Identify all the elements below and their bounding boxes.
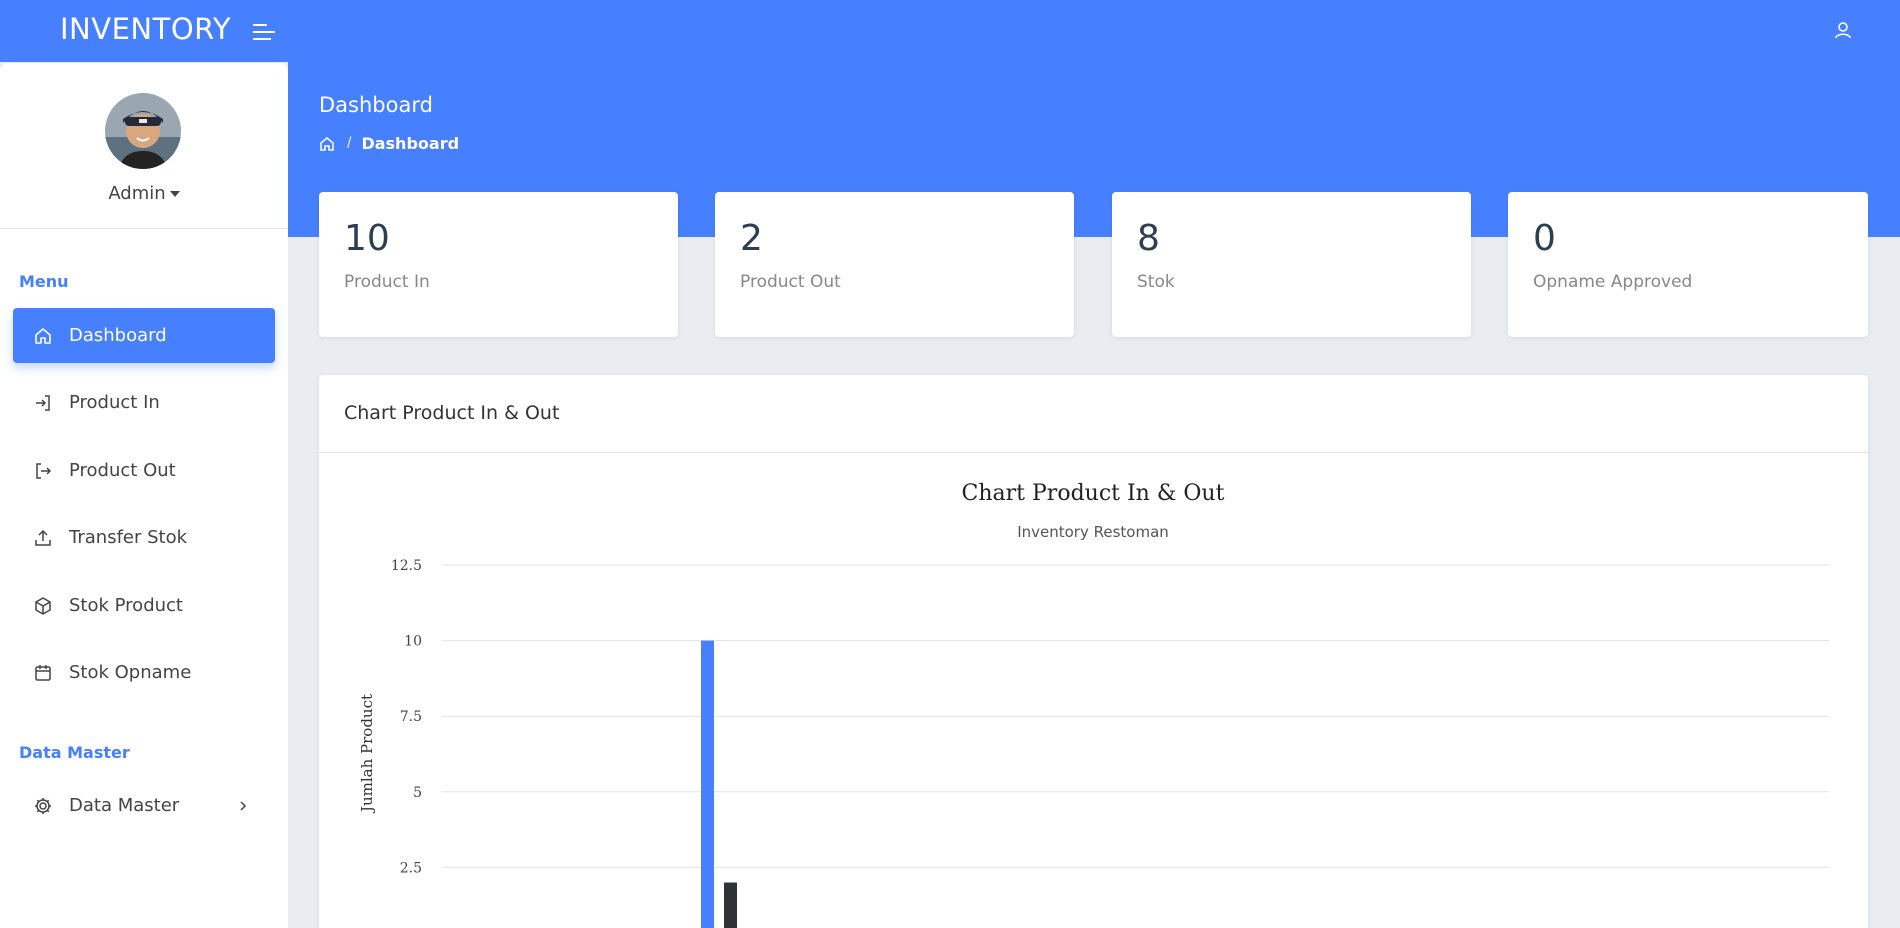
stat-card-product-in[interactable]: 10 Product In [319, 192, 678, 337]
bar-chart: Chart Product In & Out Inventory Restoma… [358, 481, 1829, 928]
brand-logo[interactable]: INVENTORY [60, 12, 231, 46]
page-title: Dashboard [319, 93, 433, 117]
sidebar-item-product-out[interactable]: Product Out [13, 443, 275, 498]
sidebar-item-stok-product[interactable]: Stok Product [13, 578, 275, 633]
sidebar-item-label: Data Master [69, 795, 180, 816]
y-tick-label: 5 [413, 785, 422, 801]
stat-value: 8 [1137, 218, 1160, 259]
user-icon[interactable] [1834, 20, 1852, 40]
menu-section-label: Menu [19, 272, 69, 291]
chart-title: Chart Product In & Out [962, 481, 1225, 506]
data-master-section-label: Data Master [19, 743, 130, 762]
y-tick-label: 7.5 [400, 709, 422, 725]
stat-label: Product Out [740, 272, 841, 292]
logout-icon [36, 462, 52, 479]
sidebar-item-label: Dashboard [69, 325, 167, 346]
stat-label: Opname Approved [1533, 272, 1693, 292]
breadcrumb: / Dashboard [319, 134, 459, 153]
chart-subtitle: Inventory Restoman [1017, 523, 1169, 541]
sidebar-item-label: Product In [69, 392, 160, 413]
gear-icon [35, 797, 51, 814]
avatar[interactable] [105, 93, 181, 169]
stat-value: 0 [1533, 218, 1556, 259]
stat-value: 10 [344, 218, 390, 259]
sidebar: Admin Menu Dashboard Product In Product … [0, 63, 288, 928]
home-icon [35, 327, 51, 344]
avatar-image [105, 93, 181, 169]
y-tick-label: 10 [404, 634, 422, 650]
y-tick-label: 12.5 [391, 558, 422, 574]
calendar-icon [35, 664, 51, 681]
bar-series-1[interactable] [701, 640, 714, 928]
user-name: Admin [108, 183, 166, 204]
stat-label: Stok [1137, 272, 1175, 292]
caret-down-icon [169, 191, 180, 197]
bar-series-2[interactable] [724, 882, 737, 928]
stat-card-stok[interactable]: 8 Stok [1112, 192, 1471, 337]
breadcrumb-current: Dashboard [361, 134, 460, 153]
stat-label: Product In [344, 272, 430, 292]
y-axis-label: Jumlah Product [358, 694, 376, 814]
sidebar-item-label: Transfer Stok [69, 527, 188, 548]
sidebar-item-label: Product Out [69, 460, 176, 481]
stat-card-opname-approved[interactable]: 0 Opname Approved [1508, 192, 1868, 337]
sidebar-item-product-in[interactable]: Product In [13, 375, 275, 430]
stat-value: 2 [740, 218, 763, 259]
y-tick-label: 2.5 [400, 860, 422, 876]
sidebar-item-dashboard[interactable]: Dashboard [13, 308, 275, 363]
stat-card-product-out[interactable]: 2 Product Out [715, 192, 1074, 337]
top-bar [0, 0, 1900, 62]
divider [0, 228, 288, 229]
home-icon[interactable] [319, 136, 335, 152]
breadcrumb-separator: / [347, 134, 352, 152]
box-icon [35, 596, 51, 615]
upload-icon [35, 529, 51, 546]
sidebar-item-transfer-stok[interactable]: Transfer Stok [13, 510, 275, 565]
chevron-right-icon [240, 800, 247, 811]
chart-card-title: Chart Product In & Out [344, 402, 560, 424]
chart-card: Chart Product In & Out Chart Product In … [319, 375, 1868, 928]
sidebar-item-label: Stok Product [69, 595, 183, 616]
menu-toggle-icon[interactable] [253, 22, 277, 42]
sidebar-item-label: Stok Opname [69, 662, 192, 683]
sidebar-item-data-master[interactable]: Data Master [13, 778, 275, 833]
login-icon [36, 394, 50, 411]
sidebar-item-stok-opname[interactable]: Stok Opname [13, 645, 275, 700]
user-menu-toggle[interactable]: Admin [0, 183, 288, 204]
